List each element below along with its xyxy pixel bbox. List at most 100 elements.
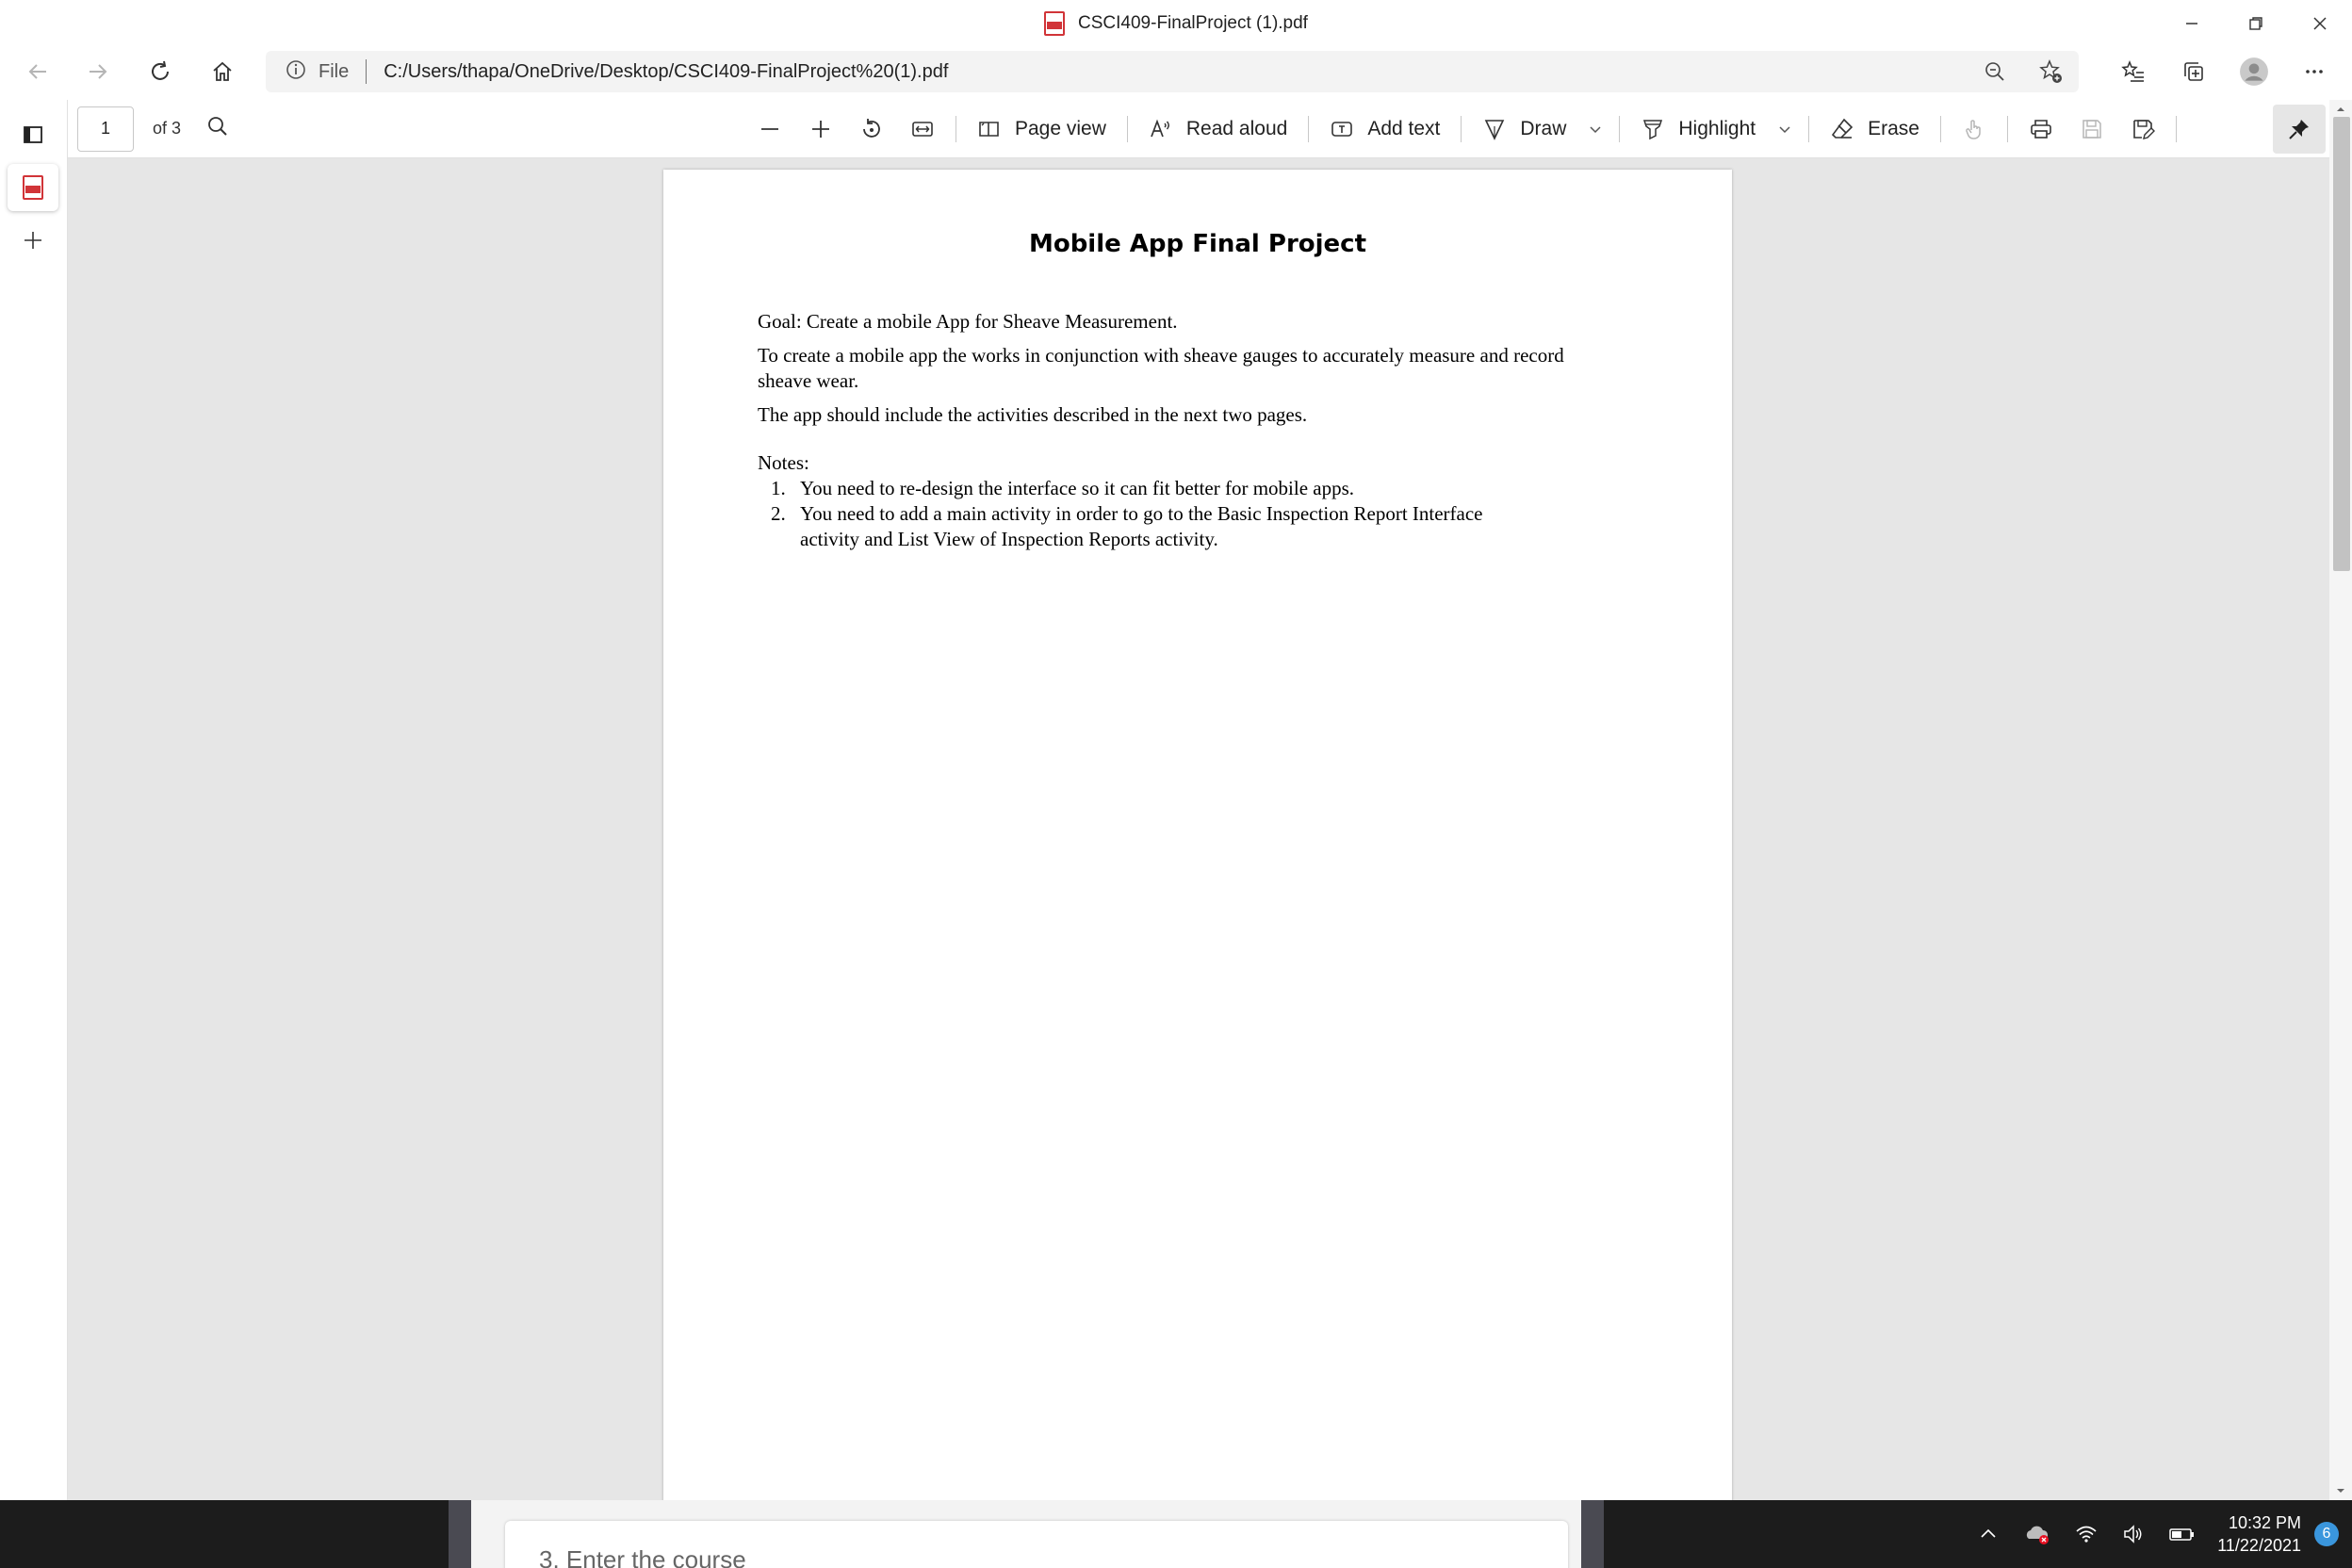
scroll-down-icon[interactable]	[2335, 1485, 2346, 1496]
refresh-button[interactable]	[136, 50, 185, 93]
home-button[interactable]	[198, 50, 247, 93]
scrollbar-thumb[interactable]	[2333, 117, 2350, 571]
draw-options-dropdown[interactable]	[1579, 100, 1611, 158]
wifi-icon[interactable]	[2074, 1522, 2099, 1546]
list-item: 1. You need to re-design the interface s…	[771, 476, 1662, 501]
title-bar: CSCI409-FinalProject (1).pdf	[0, 0, 2352, 47]
collections-icon	[2184, 62, 2203, 81]
toolbar-separator	[2175, 116, 2177, 142]
system-clock[interactable]: 10:32 PM 11/22/2021	[2217, 1511, 2301, 1557]
zoom-icon[interactable]	[1983, 59, 2007, 89]
background-window-card: 3. Enter the course	[505, 1521, 1568, 1568]
pdf-page: Mobile App Final Project Goal: Create a …	[663, 170, 1732, 1500]
onedrive-icon[interactable]	[2023, 1522, 2051, 1546]
draw-label: Draw	[1520, 118, 1567, 139]
plus-icon	[812, 121, 829, 138]
minimize-icon	[2186, 23, 2197, 24]
background-window-content: 3. Enter the course	[471, 1500, 1581, 1568]
address-separator	[366, 59, 368, 84]
highlighter-icon	[1643, 120, 1663, 140]
goal-paragraph: Goal: Create a mobile App for Sheave Mea…	[758, 310, 1178, 333]
rotate-button[interactable]	[846, 100, 897, 158]
plus-icon	[24, 232, 41, 249]
notes-heading: Notes:	[758, 451, 809, 474]
close-button[interactable]	[2288, 0, 2352, 47]
page-number-input[interactable]: 1	[77, 106, 134, 152]
url-text[interactable]: C:/Users/thapa/OneDrive/Desktop/CSCI409-…	[384, 61, 948, 83]
description-line-1: To create a mobile app the works in conj…	[758, 344, 1564, 367]
zoom-out-button[interactable]	[744, 100, 795, 158]
arrow-left-icon	[28, 64, 46, 79]
navigation-bar: File C:/Users/thapa/OneDrive/Desktop/CSC…	[0, 47, 2352, 96]
toolbar-separator	[1619, 116, 1621, 142]
chevron-down-icon	[1590, 126, 1601, 134]
toolbar-separator	[1808, 116, 1810, 142]
print-button[interactable]	[2016, 100, 2066, 158]
page-view-button[interactable]: Page view	[964, 100, 1119, 158]
forward-button[interactable]	[74, 50, 122, 93]
toolbar-separator	[1308, 116, 1310, 142]
fit-to-width-button[interactable]	[897, 100, 948, 158]
close-icon	[2313, 17, 2327, 30]
home-icon	[213, 61, 232, 81]
highlight-button[interactable]: Highlight	[1627, 100, 1769, 158]
scheme-label: File	[318, 60, 350, 82]
document-title: Mobile App Final Project	[1028, 230, 1367, 258]
info-icon[interactable]	[285, 58, 307, 86]
pin-toolbar-button[interactable]	[2273, 105, 2326, 154]
erase-button[interactable]: Erase	[1817, 100, 1933, 158]
note-line-2: activity and List View of Inspection Rep…	[800, 528, 1218, 550]
more-button[interactable]	[2290, 50, 2339, 93]
back-button[interactable]	[13, 50, 62, 93]
vertical-scrollbar[interactable]	[2329, 100, 2352, 1500]
highlight-options-dropdown[interactable]	[1769, 100, 1801, 158]
favorites-button[interactable]	[2109, 50, 2158, 93]
arrow-right-icon	[90, 64, 107, 79]
star-add-icon[interactable]	[2037, 58, 2064, 90]
restore-button[interactable]	[2224, 0, 2288, 47]
search-icon[interactable]	[205, 114, 230, 143]
save-disk-icon	[2082, 120, 2101, 139]
save-button[interactable]	[2066, 100, 2117, 158]
ellipsis-icon	[2306, 70, 2323, 74]
add-text-button[interactable]: Add text	[1316, 100, 1453, 158]
description-paragraph: To create a mobile app the works in conj…	[758, 343, 1662, 394]
battery-icon[interactable]	[2168, 1522, 2197, 1546]
favorites-icon	[2121, 59, 2144, 82]
background-window-preview[interactable]: 3. Enter the course	[449, 1500, 1604, 1568]
tab-pdf-document[interactable]	[8, 164, 58, 211]
note-number: 1.	[771, 477, 786, 499]
save-as-button[interactable]	[2117, 100, 2168, 158]
address-bar[interactable]: File C:/Users/thapa/OneDrive/Desktop/CSC…	[266, 51, 2079, 92]
draw-button[interactable]: Draw	[1469, 100, 1579, 158]
pdf-toolbar: 1 of 3 Page view Read aloud Add text Dra…	[68, 100, 2337, 158]
collections-button[interactable]	[2169, 50, 2218, 93]
window-title: CSCI409-FinalProject (1).pdf	[1044, 11, 1308, 36]
scroll-up-icon[interactable]	[2335, 104, 2346, 115]
read-aloud-button[interactable]: Read aloud	[1135, 100, 1300, 158]
highlight-label: Highlight	[1678, 118, 1756, 139]
pin-icon	[2289, 120, 2309, 139]
volume-icon[interactable]	[2121, 1522, 2146, 1546]
list-item: 2. You need to add a main activity in or…	[771, 501, 1662, 552]
clock-date: 11/22/2021	[2217, 1536, 2301, 1555]
notification-count-badge[interactable]: 6	[2314, 1522, 2339, 1546]
eraser-icon	[1832, 118, 1854, 139]
zoom-in-button[interactable]	[795, 100, 846, 158]
show-hidden-icons-button[interactable]	[1976, 1522, 2001, 1546]
pdf-tab-icon	[23, 175, 43, 200]
touch-write-button[interactable]	[1949, 100, 2000, 158]
restore-icon	[2249, 17, 2262, 30]
pdf-viewer[interactable]: Mobile App Final Project Goal: Create a …	[68, 158, 2329, 1500]
pdf-file-icon	[1044, 11, 1066, 36]
read-aloud-label: Read aloud	[1185, 118, 1288, 139]
read-aloud-icon	[1151, 119, 1169, 138]
new-tab-button[interactable]	[8, 217, 58, 264]
minimize-button[interactable]	[2160, 0, 2224, 47]
tab-panel-icon	[24, 126, 42, 143]
fit-width-icon	[912, 122, 933, 137]
tab-actions-button[interactable]	[8, 111, 58, 158]
profile-button[interactable]	[2230, 50, 2278, 93]
description-line-2: sheave wear.	[758, 369, 859, 392]
erase-label: Erase	[1868, 118, 1919, 139]
